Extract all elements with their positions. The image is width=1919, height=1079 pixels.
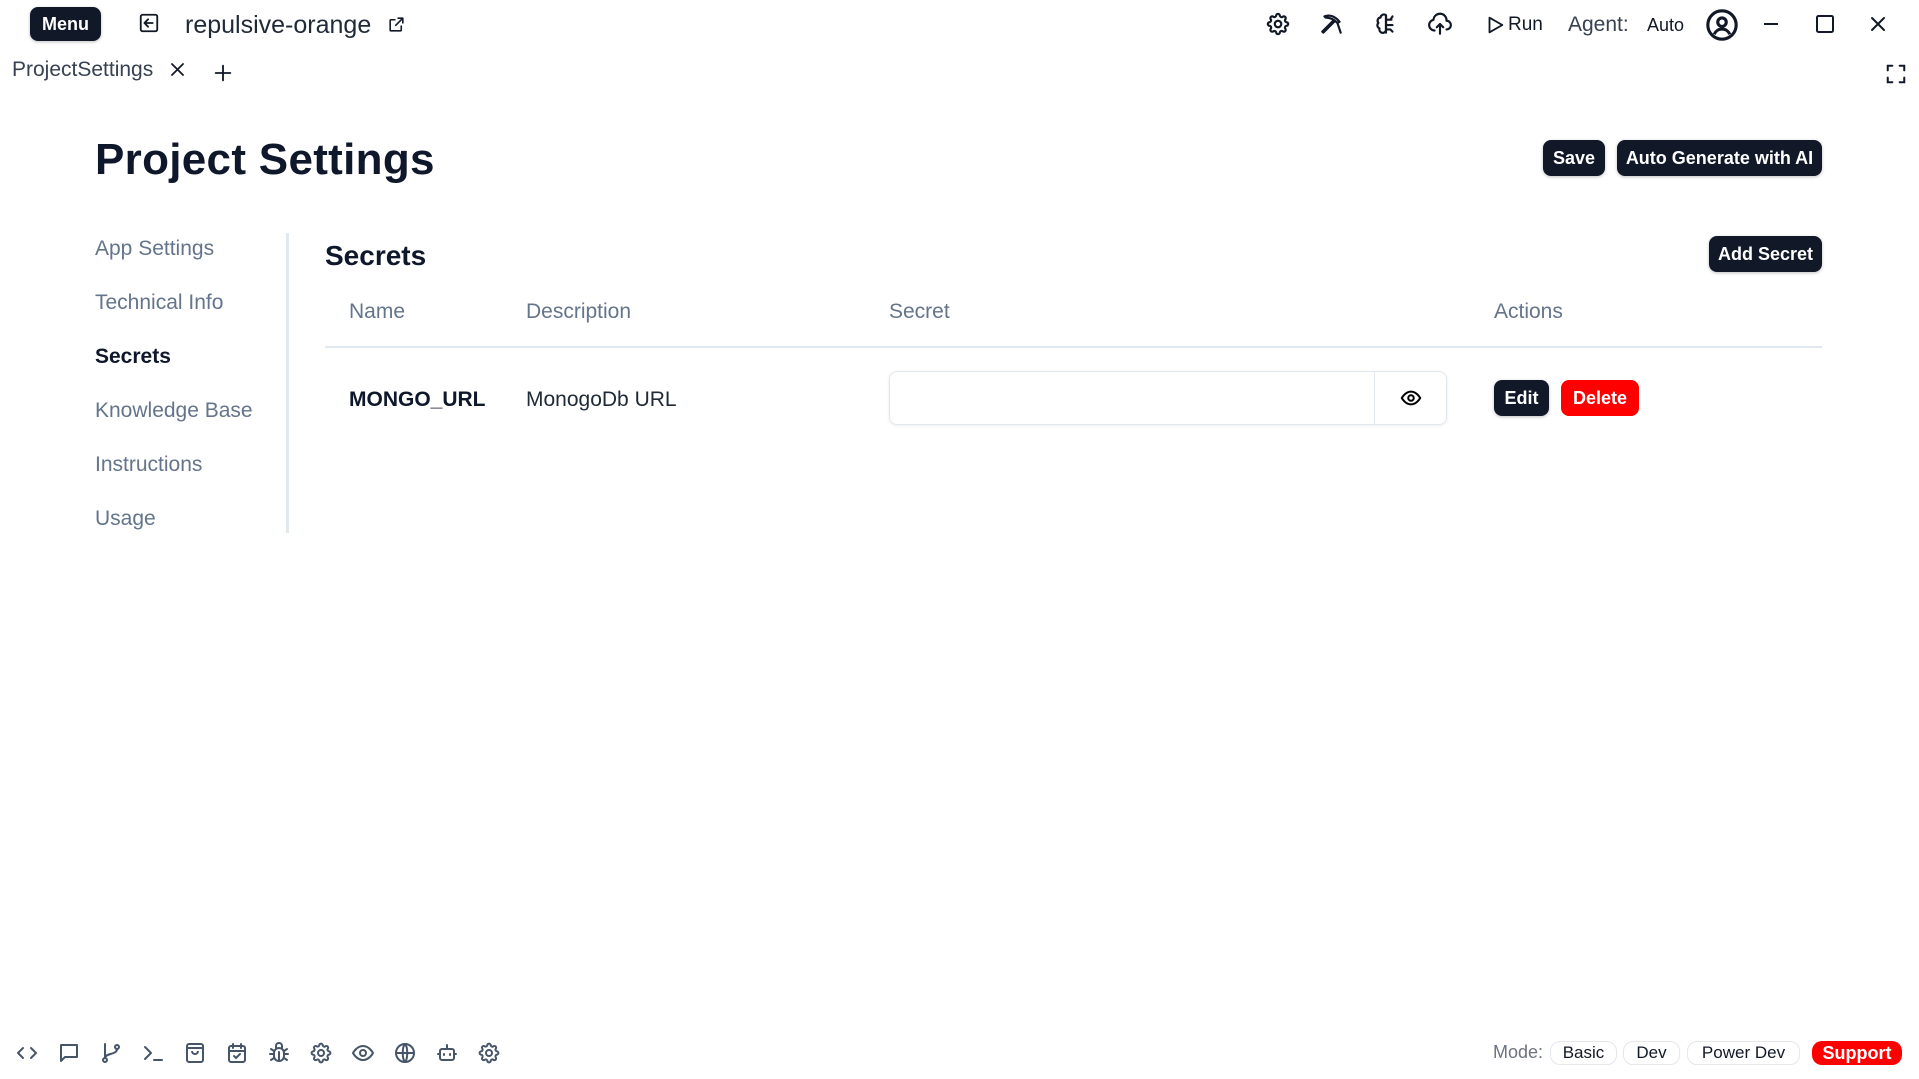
- sidebar-divider: [286, 233, 289, 533]
- agent-selector[interactable]: Auto: [1647, 15, 1684, 36]
- terminal-icon[interactable]: [141, 1041, 165, 1065]
- user-avatar-icon[interactable]: [1705, 8, 1739, 42]
- brain-icon[interactable]: [1373, 11, 1399, 37]
- auto-generate-ai-button[interactable]: Auto Generate with AI: [1617, 140, 1822, 176]
- edit-button[interactable]: Edit: [1494, 380, 1549, 416]
- add-secret-button[interactable]: Add Secret: [1709, 236, 1822, 272]
- minimize-icon[interactable]: [1759, 12, 1783, 36]
- pickaxe-icon[interactable]: [1319, 11, 1345, 37]
- close-window-icon[interactable]: [1866, 12, 1890, 36]
- maximize-icon[interactable]: [1813, 12, 1837, 36]
- secret-field: [889, 371, 1447, 425]
- eye-icon[interactable]: [351, 1041, 375, 1065]
- sidebar-item-technical-info[interactable]: Technical Info: [95, 291, 223, 315]
- calendar-check-icon[interactable]: [225, 1041, 249, 1065]
- sidebar-item-usage[interactable]: Usage: [95, 507, 156, 531]
- secret-description: MonogoDb URL: [526, 388, 677, 411]
- chat-icon[interactable]: [57, 1041, 81, 1065]
- external-link-icon[interactable]: [387, 15, 406, 34]
- run-label: Run: [1508, 14, 1543, 35]
- close-tab-icon[interactable]: [168, 60, 187, 79]
- project-name: repulsive-orange: [185, 11, 372, 39]
- mode-label: Mode:: [1493, 1042, 1544, 1062]
- git-branch-icon[interactable]: [99, 1041, 123, 1065]
- sidebar-item-knowledge-base[interactable]: Knowledge Base: [95, 399, 253, 423]
- mode-power-dev-button[interactable]: Power Dev: [1687, 1041, 1800, 1065]
- toggle-visibility-button[interactable]: [1374, 372, 1446, 424]
- mode-basic-button[interactable]: Basic: [1550, 1041, 1617, 1065]
- eye-icon: [1400, 387, 1422, 409]
- column-header-name: Name: [349, 300, 406, 323]
- settings-icon[interactable]: [309, 1041, 333, 1065]
- cloud-upload-icon[interactable]: [1427, 11, 1453, 37]
- table-divider: [325, 346, 1822, 348]
- sidebar-item-secrets[interactable]: Secrets: [95, 345, 171, 369]
- agent-label: Agent:: [1568, 13, 1629, 36]
- run-button[interactable]: Run: [1484, 12, 1543, 38]
- secret-input[interactable]: [890, 372, 1374, 424]
- sidebar-item-instructions[interactable]: Instructions: [95, 453, 202, 477]
- support-button[interactable]: Support: [1812, 1041, 1902, 1065]
- settings-icon[interactable]: [477, 1041, 501, 1065]
- fullscreen-icon[interactable]: [1885, 63, 1907, 85]
- sidebar-item-app-settings[interactable]: App Settings: [95, 237, 214, 261]
- settings-icon[interactable]: [1265, 11, 1291, 37]
- menu-button[interactable]: Menu: [30, 7, 101, 41]
- code-icon[interactable]: [15, 1041, 39, 1065]
- column-header-secret: Secret: [889, 300, 950, 323]
- play-icon: [1484, 14, 1506, 36]
- globe-icon[interactable]: [393, 1041, 417, 1065]
- page-title: Project Settings: [95, 135, 435, 184]
- robot-icon[interactable]: [435, 1041, 459, 1065]
- section-title: Secrets: [325, 240, 427, 271]
- shopping-bag-icon[interactable]: [183, 1041, 207, 1065]
- tab-project-settings[interactable]: ProjectSettings: [12, 58, 153, 82]
- bug-icon[interactable]: [267, 1041, 291, 1065]
- delete-button[interactable]: Delete: [1561, 380, 1639, 416]
- column-header-description: Description: [526, 300, 632, 323]
- save-button[interactable]: Save: [1543, 140, 1605, 176]
- secret-name: MONGO_URL: [349, 388, 486, 411]
- mode-dev-button[interactable]: Dev: [1623, 1041, 1680, 1065]
- add-tab-icon[interactable]: [212, 62, 234, 84]
- back-icon[interactable]: [138, 12, 160, 34]
- column-header-actions: Actions: [1494, 300, 1563, 323]
